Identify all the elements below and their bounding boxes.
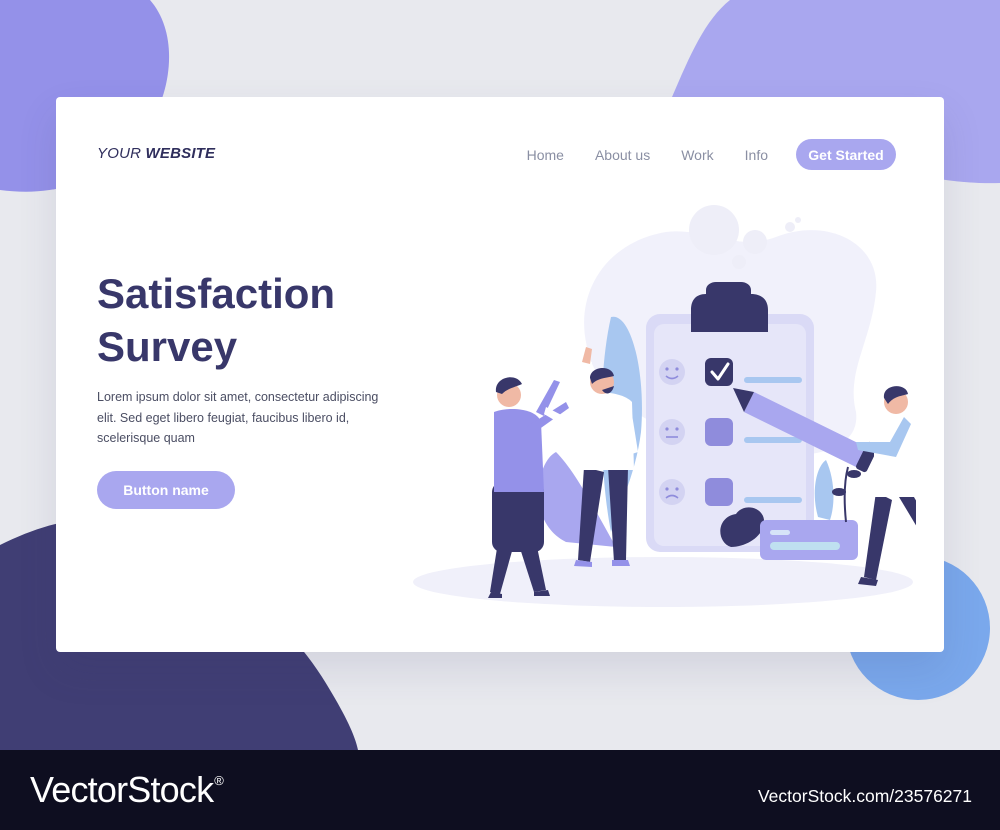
hero-description: Lorem ipsum dolor sit amet, consectetur … xyxy=(97,390,379,445)
watermark-brand: VectorStock® xyxy=(30,769,224,811)
speech-card xyxy=(760,520,858,560)
trademark-symbol: ® xyxy=(214,773,224,788)
brand-name: VectorStock xyxy=(30,769,214,810)
smiley-happy-icon xyxy=(659,359,685,385)
nav-home[interactable]: Home xyxy=(527,147,564,163)
top-nav: Home About us Work Info Get Started xyxy=(527,139,896,170)
nav-info[interactable]: Info xyxy=(745,147,768,163)
bubble-large xyxy=(689,205,739,255)
logo-light-text: YOUR xyxy=(97,145,142,162)
landing-card: YOUR WEBSITE Home About us Work Info Get… xyxy=(56,97,944,652)
smiley-neutral-icon xyxy=(659,419,685,445)
checkbox-empty-1 xyxy=(705,418,733,446)
site-logo[interactable]: YOUR WEBSITE xyxy=(97,145,215,162)
bubble-small xyxy=(785,222,795,232)
survey-illustration xyxy=(413,205,916,607)
plant-leaf-2 xyxy=(832,488,846,496)
bubble-medium xyxy=(743,230,767,254)
person-right xyxy=(856,386,916,586)
checkbox-checked xyxy=(705,358,733,386)
hero-button[interactable]: Button name xyxy=(97,471,235,509)
plant-leaf-1 xyxy=(847,470,861,478)
speech-line-1 xyxy=(770,530,790,535)
answer-line-1 xyxy=(744,377,802,383)
answer-line-2 xyxy=(744,437,802,443)
answer-line-3 xyxy=(744,497,802,503)
get-started-button[interactable]: Get Started xyxy=(796,139,896,170)
footer-bar: VectorStock® VectorStock.com/23576271 xyxy=(0,750,1000,830)
nav-work[interactable]: Work xyxy=(681,147,713,163)
speech-line-2 xyxy=(770,542,840,550)
plant-right xyxy=(814,460,834,520)
ground-shadow xyxy=(413,557,913,607)
nav-about-us[interactable]: About us xyxy=(595,147,650,163)
watermark-image-id: VectorStock.com/23576271 xyxy=(757,786,972,806)
bubble-mini xyxy=(732,255,746,269)
checkbox-empty-2 xyxy=(705,478,733,506)
logo-bold-text: WEBSITE xyxy=(145,145,216,162)
smiley-sad-icon xyxy=(659,479,685,505)
title-line-2: Survey xyxy=(97,323,238,370)
title-line-1: Satisfaction xyxy=(97,270,336,317)
bubble-tiny xyxy=(795,217,801,223)
page-title: Satisfaction Survey xyxy=(97,267,335,373)
